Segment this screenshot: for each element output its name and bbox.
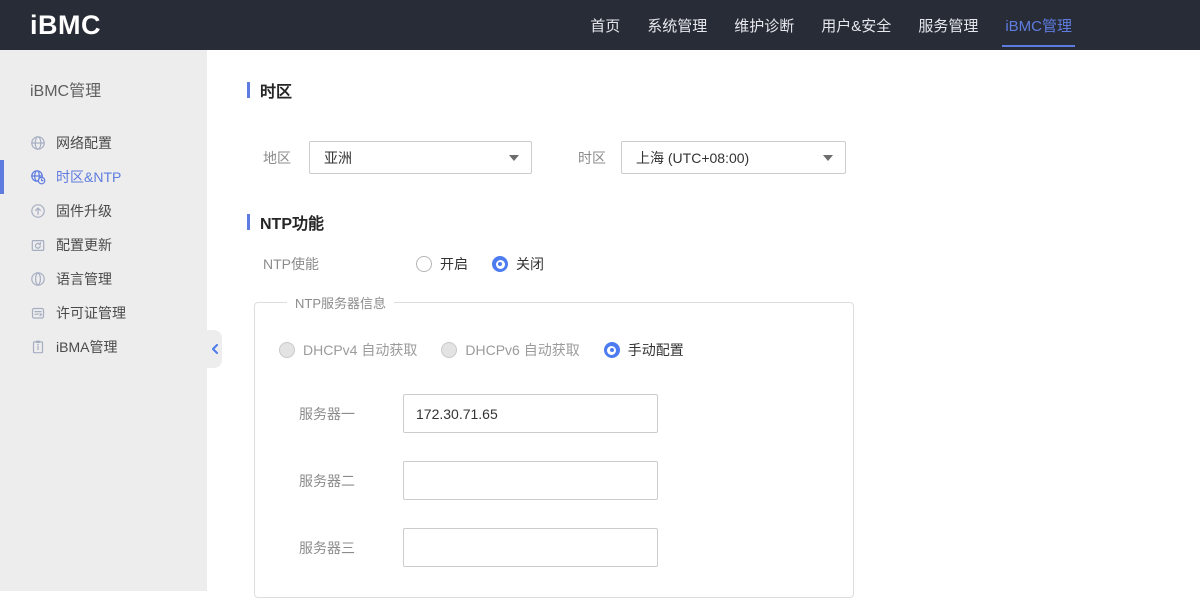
sidebar-collapse-button[interactable]: [207, 330, 222, 368]
sidebar-item-label: iBMA管理: [56, 339, 118, 355]
config-update-icon: [30, 237, 46, 253]
ntp-server-group-legend: NTP服务器信息: [295, 296, 387, 311]
nav-item-home[interactable]: 首页: [590, 0, 620, 50]
top-nav-menu: 首页 系统管理 维护诊断 用户&安全 服务管理 iBMC管理: [590, 0, 1075, 50]
ntp-enable-off-label: 关闭: [516, 256, 544, 272]
radio-checked-icon[interactable]: [492, 256, 508, 272]
ntp-enable-off-option[interactable]: 关闭: [492, 254, 544, 274]
ntp-enable-row: NTP使能 开启 关闭: [263, 254, 1200, 274]
ntp-enable-label: NTP使能: [263, 256, 319, 272]
manual-config-label: 手动配置: [627, 342, 684, 358]
ntp-section-header: NTP功能: [247, 210, 1200, 234]
dhcpv6-auto-label: DHCPv6 自动获取: [465, 342, 580, 358]
sidebar-item-firmware-upgrade[interactable]: 固件升级: [0, 194, 207, 228]
sidebar-item-license-management[interactable]: 许可证管理: [0, 296, 207, 330]
manual-config-option[interactable]: 手动配置: [603, 340, 684, 360]
nav-item-services[interactable]: 服务管理: [918, 0, 978, 50]
nav-item-maintenance[interactable]: 维护诊断: [734, 0, 794, 50]
ntp-mode-radio-row: DHCPv4 自动获取 DHCPv6 自动获取 手动配置: [279, 340, 829, 360]
license-icon: [30, 305, 46, 321]
top-navbar: iBMC 首页 系统管理 维护诊断 用户&安全 服务管理 iBMC管理: [0, 0, 1200, 50]
radio-unchecked-icon[interactable]: [416, 256, 432, 272]
sidebar-item-label: 时区&NTP: [56, 169, 122, 185]
radio-checked-icon[interactable]: [603, 342, 620, 358]
sidebar: iBMC管理 网络配置 时区&NTP 固件升级 配置更新 语言管理 许可证管理 …: [0, 50, 222, 591]
ntp-enable-on-label: 开启: [440, 256, 468, 272]
timezone-form-row: 地区 亚洲 时区 上海 (UTC+08:00): [263, 141, 1200, 174]
sidebar-item-label: 固件升级: [56, 203, 112, 219]
chevron-down-icon: [509, 154, 519, 161]
timezone-label: 时区: [578, 149, 606, 166]
sidebar-item-label: 配置更新: [56, 237, 112, 253]
timezone-section-header: 时区: [247, 78, 1200, 102]
chevron-down-icon: [823, 154, 833, 161]
language-globe-icon: [30, 271, 46, 287]
ntp-enable-on-option[interactable]: 开启: [416, 254, 468, 274]
ntp-server-group: NTP服务器信息 DHCPv4 自动获取 DHCPv6 自动获取 手动配置 服务…: [254, 293, 854, 598]
radio-disabled-icon: [441, 342, 458, 358]
sidebar-item-language-management[interactable]: 语言管理: [0, 262, 207, 296]
ntp-enable-radio-group: 开启 关闭: [416, 254, 544, 274]
region-select-value: 亚洲: [324, 149, 352, 166]
sidebar-item-label: 语言管理: [56, 271, 112, 287]
sidebar-item-label: 网络配置: [56, 135, 112, 151]
server-two-row: 服务器二: [279, 461, 829, 500]
server-two-label: 服务器二: [299, 472, 355, 489]
nav-item-ibmc-management[interactable]: iBMC管理: [1002, 0, 1075, 50]
region-label: 地区: [263, 149, 291, 166]
server-three-row: 服务器三: [279, 528, 829, 567]
server-three-label: 服务器三: [299, 539, 355, 556]
nav-item-system[interactable]: 系统管理: [647, 0, 707, 50]
sidebar-item-label: 许可证管理: [56, 305, 126, 321]
sidebar-item-timezone-ntp[interactable]: 时区&NTP: [0, 160, 207, 194]
chevron-left-icon: [211, 344, 219, 354]
network-globe-icon: [30, 135, 46, 151]
timezone-select[interactable]: 上海 (UTC+08:00): [621, 141, 846, 174]
server-three-input[interactable]: [403, 528, 658, 567]
server-one-input[interactable]: [403, 394, 658, 433]
region-select[interactable]: 亚洲: [309, 141, 532, 174]
dhcpv4-auto-label: DHCPv4 自动获取: [303, 342, 418, 358]
dhcpv6-auto-option: DHCPv6 自动获取: [441, 340, 580, 360]
nav-item-user-security[interactable]: 用户&安全: [821, 0, 891, 50]
ntp-section-title: NTP功能: [260, 216, 325, 233]
timezone-select-value: 上海 (UTC+08:00): [636, 149, 750, 166]
radio-disabled-icon: [279, 342, 295, 358]
section-accent-bar: [247, 214, 250, 230]
firmware-upgrade-icon: [30, 203, 46, 219]
server-one-label: 服务器一: [299, 405, 355, 422]
ibma-clipboard-icon: [30, 339, 46, 355]
app-logo: iBMC: [30, 9, 101, 40]
dhcpv4-auto-option: DHCPv4 自动获取: [279, 340, 417, 360]
server-two-input[interactable]: [403, 461, 658, 500]
sidebar-item-config-update[interactable]: 配置更新: [0, 228, 207, 262]
sidebar-item-ibma-management[interactable]: iBMA管理: [0, 330, 207, 364]
timezone-section-title: 时区: [260, 84, 293, 101]
timezone-clock-icon: [30, 169, 46, 185]
main-content: 时区 地区 亚洲 时区 上海 (UTC+08:00) NTP功能 NTP使能 开…: [207, 50, 1200, 598]
sidebar-item-network-config[interactable]: 网络配置: [0, 126, 207, 160]
section-accent-bar: [247, 82, 250, 98]
sidebar-title: iBMC管理: [30, 83, 102, 100]
server-one-row: 服务器一: [279, 394, 829, 433]
